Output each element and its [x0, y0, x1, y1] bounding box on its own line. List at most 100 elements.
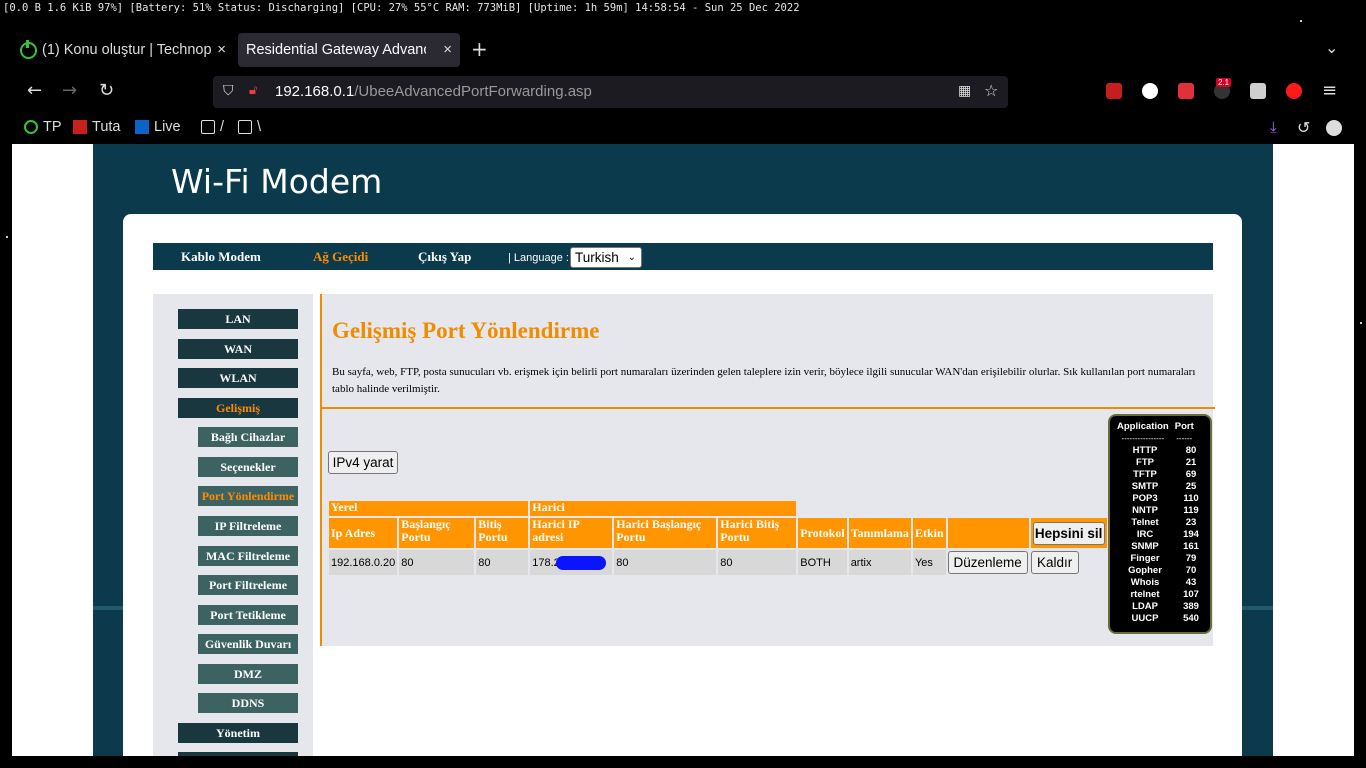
language-value: Turkish	[575, 250, 619, 265]
sidebar-item-advanced[interactable]: Gelişmiş	[178, 398, 298, 418]
remove-button[interactable]: Kaldır	[1030, 551, 1079, 574]
main-menu-button[interactable]: ≡	[1322, 80, 1337, 101]
app-name: TFTP	[1133, 469, 1157, 480]
app-name: UUCP	[1131, 613, 1159, 624]
reload-button[interactable]: ↻	[99, 80, 114, 101]
main-content: Gelişmiş Port Yönlendirme Bu sayfa, web,…	[320, 294, 1215, 646]
insecure-lock-icon[interactable]: 🔓︎	[249, 83, 257, 98]
create-ipv4-button[interactable]: IPv4 yarat	[328, 451, 398, 474]
redaction-mark	[555, 555, 606, 570]
port-separator: ------	[1176, 434, 1193, 443]
address-bar[interactable]: ⛉ 🔓︎ 192.168.0.1/UbeeAdvancedPortForward…	[213, 76, 1008, 108]
tab-residential-gateway[interactable]: Residential Gateway Advance ×	[238, 33, 460, 67]
app-port: 389	[1183, 601, 1199, 612]
section-divider	[322, 407, 1215, 409]
sidebar-item-port-filter[interactable]: Port Filtreleme	[198, 575, 298, 595]
url-text[interactable]: 192.168.0.1/UbeeAdvancedPortForwarding.a…	[275, 83, 592, 100]
app-port: 107	[1183, 589, 1199, 600]
language-select[interactable]: Turkish ⌄	[570, 247, 642, 268]
nav-gateway[interactable]: Ağ Geçidi	[313, 249, 368, 265]
nav-logout[interactable]: Çıkış Yap	[418, 249, 471, 265]
sidebar-item-ip-filter[interactable]: IP Filtreleme	[198, 516, 298, 536]
sidebar-item-dmz[interactable]: DMZ	[198, 664, 298, 684]
app-name: Telnet	[1131, 517, 1159, 528]
new-tab-button[interactable]: +	[471, 37, 488, 61]
sidebar-item-ddns[interactable]: DDNS	[198, 693, 298, 713]
privacy-extension-icon[interactable]	[1142, 83, 1158, 99]
close-tab-icon[interactable]: ×	[443, 41, 452, 58]
sidebar-item-wlan[interactable]: WLAN	[178, 368, 298, 388]
app-port: 23	[1185, 517, 1197, 528]
web-content: Wi-Fi Modem Kablo Modem Ağ Geçidi Çıkış …	[12, 144, 1354, 756]
back-button[interactable]: ←	[27, 80, 42, 101]
sidebar-item-connected-devices[interactable]: Bağlı Cihazlar	[198, 427, 298, 447]
list-item: HTTP 80	[1114, 445, 1206, 457]
qr-code-icon[interactable]: ▦	[958, 83, 971, 99]
app-name: rtelnet	[1130, 589, 1160, 600]
list-item: FTP 21	[1114, 457, 1206, 469]
delete-all-button[interactable]: Hepsini sil	[1032, 522, 1105, 545]
screenshot-camera-icon[interactable]	[1178, 83, 1194, 99]
history-icon[interactable]: ↺	[1297, 118, 1310, 138]
col-ext-ip: Harici IP adresi	[530, 518, 613, 548]
col-start-port: Başlangıç Portu	[399, 518, 475, 548]
table-group-header-row: Yerel Harici	[329, 501, 1107, 516]
list-all-tabs-icon[interactable]: ⌄	[1325, 38, 1338, 57]
bookmark-folder-backslash[interactable]: \	[238, 119, 261, 135]
bookmark-tuta[interactable]: Tuta	[73, 119, 120, 135]
bookmark-folder-root[interactable]: /	[201, 119, 224, 135]
sidebar-item-wan[interactable]: WAN	[178, 339, 298, 359]
sidebar-item-firewall[interactable]: Güvenlik Duvarı	[198, 634, 298, 654]
tampermonkey-icon[interactable]	[1250, 83, 1266, 99]
folder-icon	[201, 120, 215, 134]
sidebar-item-mac-filter[interactable]: MAC Filtreleme	[198, 546, 298, 566]
top-navigation: Kablo Modem Ağ Geçidi Çıkış Yap | Langua…	[153, 243, 1213, 270]
list-item: rtelnet 107	[1114, 589, 1206, 601]
outlook-favicon-icon	[135, 120, 149, 134]
list-item: LDAP 389	[1114, 601, 1206, 613]
port-header: Port	[1174, 421, 1194, 432]
nav-cable-modem[interactable]: Kablo Modem	[181, 249, 261, 265]
bookmark-tp[interactable]: TP	[24, 119, 62, 135]
list-item: Telnet 23	[1114, 517, 1206, 529]
background-star	[6, 236, 8, 238]
sidebar-item-options[interactable]: Seçenekler	[198, 457, 298, 477]
app-header: Application	[1117, 421, 1169, 432]
ublock-origin-icon[interactable]	[1106, 83, 1122, 99]
app-name: POP3	[1132, 493, 1158, 504]
list-item: Finger 79	[1114, 553, 1206, 565]
language-label: | Language :	[508, 252, 569, 264]
close-tab-icon[interactable]: ×	[217, 41, 226, 58]
downloads-icon[interactable]: ⤓	[1270, 119, 1277, 136]
list-item: UUCP 540	[1114, 613, 1206, 625]
app-name: HTTP	[1132, 445, 1158, 456]
bookmark-label: Live	[154, 119, 181, 135]
bookmark-star-icon[interactable]: ☆	[984, 81, 998, 100]
power-favicon-icon	[24, 120, 38, 134]
bookmark-live[interactable]: Live	[135, 119, 181, 135]
bookmark-label: /	[220, 119, 225, 135]
app-port: 80	[1185, 445, 1197, 456]
sidebar-item-management[interactable]: Yönetim	[178, 723, 298, 743]
app-port: 21	[1185, 457, 1197, 468]
tab-technopat[interactable]: (1) Konu oluştur | Technop ×	[12, 33, 234, 67]
tracking-protection-shield-icon[interactable]: ⛉	[223, 83, 234, 99]
list-item: SMTP 25	[1114, 481, 1206, 493]
list-item: NNTP 119	[1114, 505, 1206, 517]
app-name: IRC	[1136, 529, 1154, 540]
app-name: Gopher	[1128, 565, 1162, 576]
sidebar-item-port-trigger[interactable]: Port Tetikleme	[198, 605, 298, 625]
youtube-extension-icon[interactable]	[1286, 83, 1302, 99]
forward-button[interactable]: →	[62, 80, 77, 101]
site-title: Wi-Fi Modem	[171, 162, 383, 201]
account-avatar-icon[interactable]	[1326, 120, 1342, 136]
list-item: TFTP 69	[1114, 469, 1206, 481]
list-item: SNMP 161	[1114, 541, 1206, 553]
background-star	[1360, 322, 1362, 324]
sidebar-item-port-forwarding[interactable]: Port Yönlendirme	[198, 486, 298, 506]
app-name: FTP	[1136, 457, 1154, 468]
sidebar-item-lan[interactable]: LAN	[178, 309, 298, 329]
list-item: IRC 194	[1114, 529, 1206, 541]
cell-end-port: 80	[476, 550, 529, 575]
edit-button[interactable]: Düzenleme	[947, 551, 1028, 574]
